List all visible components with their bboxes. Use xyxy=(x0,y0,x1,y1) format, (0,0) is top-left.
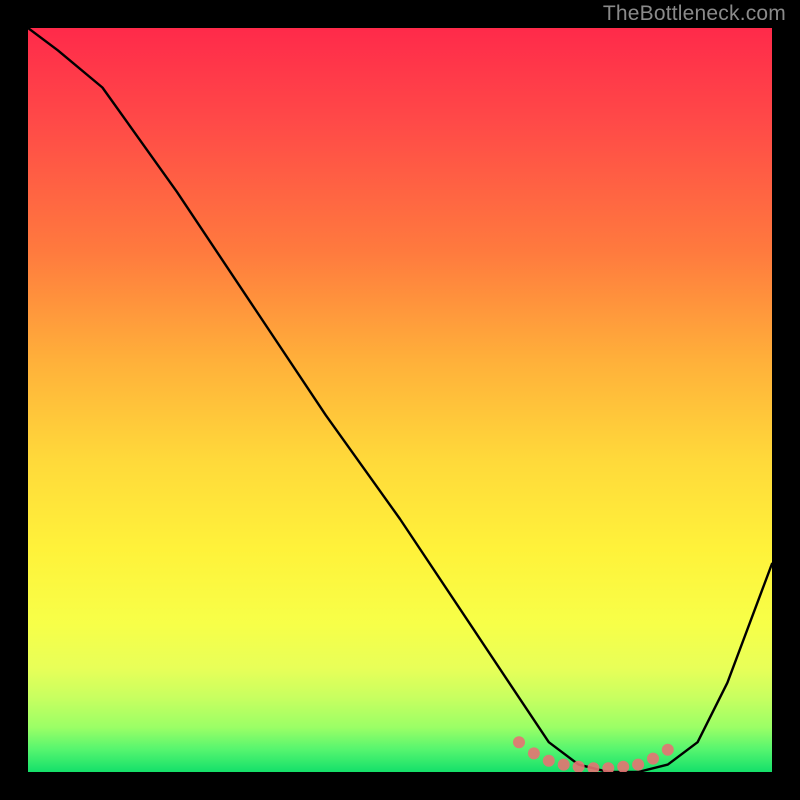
marker-dot xyxy=(543,755,555,767)
chart-svg xyxy=(28,28,772,772)
marker-dot xyxy=(587,762,599,772)
marker-dot xyxy=(513,736,525,748)
marker-dot xyxy=(617,761,629,772)
marker-dot xyxy=(662,744,674,756)
marker-dot xyxy=(632,759,644,771)
optimal-band-markers xyxy=(513,736,674,772)
watermark-label: TheBottleneck.com xyxy=(603,2,786,26)
marker-dot xyxy=(647,753,659,765)
bottleneck-curve-path xyxy=(28,28,772,772)
chart-frame: TheBottleneck.com xyxy=(0,0,800,800)
marker-dot xyxy=(528,747,540,759)
marker-dot xyxy=(558,759,570,771)
marker-dot xyxy=(602,762,614,772)
